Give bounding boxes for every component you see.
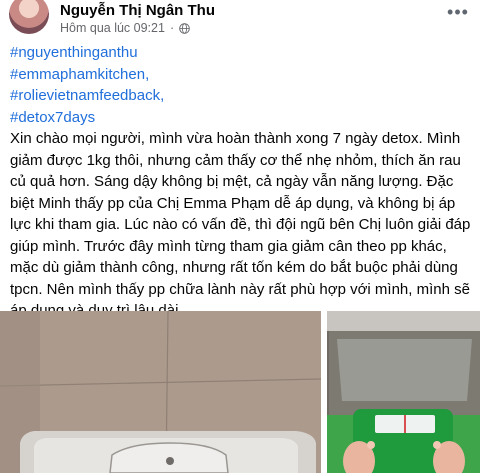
- scale-photo-right-image: [327, 311, 480, 473]
- hashtag-link[interactable]: #emmaphamkitchen,: [10, 64, 472, 86]
- post-body: #nguyenthinganthu #emmaphamkitchen, #rol…: [10, 42, 472, 322]
- scale-photo-right[interactable]: [327, 311, 480, 473]
- more-options-icon: •••: [447, 1, 469, 22]
- post-header: Nguyễn Thị Ngân Thu Hôm qua lúc 09:21 · …: [0, 0, 480, 42]
- globe-icon: [179, 22, 190, 34]
- avatar[interactable]: [9, 0, 49, 34]
- post-meta: Hôm qua lúc 09:21 ·: [60, 21, 190, 35]
- post-text: Xin chào mọi người, mình vừa hoàn thành …: [10, 130, 471, 319]
- scale-photo-left-image: [0, 311, 321, 473]
- hashtag-link[interactable]: #nguyenthinganthu: [10, 42, 472, 64]
- hashtag-link[interactable]: #detox7days: [10, 107, 472, 129]
- photo-grid: [0, 311, 480, 473]
- scale-photo-left[interactable]: [0, 311, 321, 473]
- author-name[interactable]: Nguyễn Thị Ngân Thu: [60, 2, 215, 19]
- post-timestamp[interactable]: Hôm qua lúc 09:21: [60, 21, 165, 35]
- hashtag-link[interactable]: #rolievietnamfeedback,: [10, 85, 472, 107]
- more-options-button[interactable]: •••: [444, 0, 472, 24]
- meta-separator: ·: [169, 21, 175, 35]
